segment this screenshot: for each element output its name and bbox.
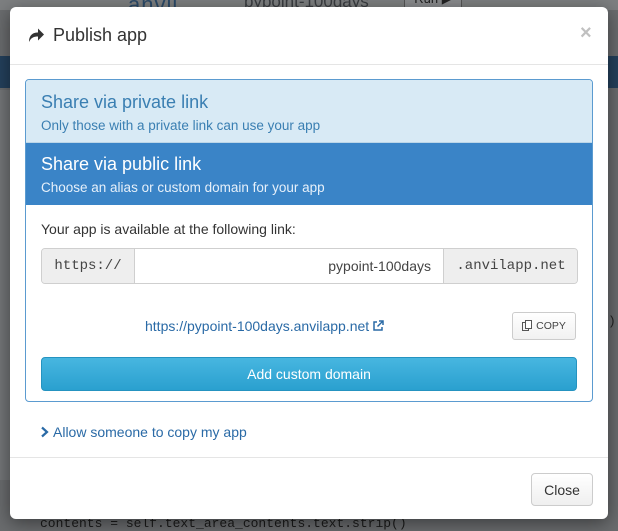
modal-header: Publish app × [10, 7, 608, 65]
url-prefix: https:// [42, 249, 135, 283]
public-link-panel-header[interactable]: Share via public link Choose an alias or… [26, 143, 592, 205]
background-left-panel [0, 90, 10, 480]
chevron-right-icon [41, 426, 49, 438]
share-arrow-icon [29, 28, 44, 42]
private-link-panel-header[interactable]: Share via private link Only those with a… [26, 80, 592, 143]
allow-copy-toggle[interactable]: Allow someone to copy my app [40, 424, 247, 440]
copy-button-label: COPY [536, 320, 566, 332]
private-link-title: Share via private link [41, 92, 209, 112]
publish-app-modal: Publish app × Share via private link Onl… [10, 7, 608, 519]
background-code-glyph: ) [608, 314, 616, 329]
url-suffix: .anvilapp.net [443, 249, 577, 283]
public-link-subtitle: Choose an alias or custom domain for you… [41, 180, 325, 195]
private-link-subtitle: Only those with a private link can use y… [41, 118, 321, 133]
clipboard-icon [522, 320, 533, 331]
close-icon[interactable]: × [580, 22, 592, 45]
share-options-accordion: Share via private link Only those with a… [25, 79, 593, 402]
add-custom-domain-button[interactable]: Add custom domain [41, 357, 577, 391]
url-input-group: https:// .anvilapp.net [41, 248, 578, 284]
public-url-link[interactable]: https://pypoint-100days.anvilapp.net [145, 318, 384, 334]
close-button[interactable]: Close [531, 473, 593, 506]
allow-copy-label: Allow someone to copy my app [53, 424, 247, 440]
available-at-label: Your app is available at the following l… [41, 221, 296, 237]
external-link-icon [373, 320, 384, 331]
public-link-title: Share via public link [41, 154, 202, 174]
modal-footer [10, 457, 608, 519]
modal-title: Publish app [53, 25, 148, 45]
alias-input[interactable] [135, 249, 443, 283]
copy-url-button[interactable]: COPY [512, 312, 576, 340]
background-left-strip [0, 56, 10, 88]
public-url-text: https://pypoint-100days.anvilapp.net [145, 318, 370, 334]
background-right-strip [608, 56, 618, 88]
